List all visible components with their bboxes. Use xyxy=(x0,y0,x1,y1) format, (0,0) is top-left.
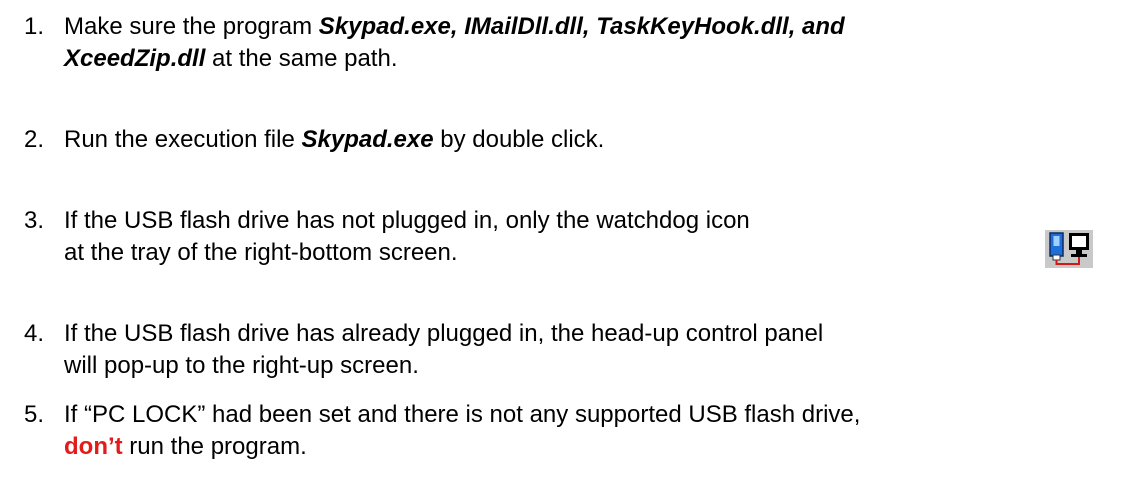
step-1-line-1: 1. Make sure the program Skypad.exe, IMai… xyxy=(24,11,845,43)
file-name: XceedZip.dll xyxy=(64,45,206,72)
step-2: 2. Run the execution file Skypad.exe by d… xyxy=(24,124,604,156)
step-3: 3. If the USB flash drive has not plugged… xyxy=(24,205,750,269)
step-4-line-1: 4. If the USB flash drive has already plu… xyxy=(24,318,823,350)
step-number: 4. xyxy=(24,320,45,347)
step-2-line-1: 2. Run the execution file Skypad.exe by d… xyxy=(24,124,604,156)
step-text: If “PC LOCK” had been set and there is n… xyxy=(64,401,861,428)
step-3-line-1: 3. If the USB flash drive has not plugged… xyxy=(24,205,750,237)
step-4-line-2: will pop-up to the right-up screen. xyxy=(24,350,823,382)
step-5-line-2: don’t run the program. xyxy=(24,431,860,463)
step-number: 3. xyxy=(24,207,45,234)
file-name: Skypad.exe xyxy=(301,126,434,153)
step-4: 4. If the USB flash drive has already plu… xyxy=(24,318,823,382)
step-1-line-2: XceedZip.dll at the same path. xyxy=(24,43,845,75)
usb-watchdog-tray-icon xyxy=(1045,230,1093,268)
step-text: will pop-up to the right-up screen. xyxy=(64,352,419,379)
dont-warning: don’t xyxy=(64,433,123,460)
step-5-line-1: 5. If “PC LOCK” had been set and there is… xyxy=(24,399,860,431)
step-text: by double click. xyxy=(433,126,605,153)
step-number: 1. xyxy=(24,13,45,40)
step-text: at the same path. xyxy=(205,45,398,72)
file-names: Skypad.exe, IMailDll.dll, TaskKeyHook.dl… xyxy=(318,13,845,40)
step-text: Make sure the program xyxy=(64,13,319,40)
step-text: run the program. xyxy=(122,433,307,460)
step-1: 1. Make sure the program Skypad.exe, IMai… xyxy=(24,11,845,75)
step-text: Run the execution file xyxy=(64,126,302,153)
step-text: If the USB flash drive has already plugg… xyxy=(64,320,824,347)
step-number: 2. xyxy=(24,126,45,153)
step-text: at the tray of the right-bottom screen. xyxy=(64,239,458,266)
step-5: 5. If “PC LOCK” had been set and there is… xyxy=(24,399,860,463)
step-3-line-2: at the tray of the right-bottom screen. xyxy=(24,237,750,269)
step-number: 5. xyxy=(24,401,45,428)
step-text: If the USB flash drive has not plugged i… xyxy=(64,207,750,234)
